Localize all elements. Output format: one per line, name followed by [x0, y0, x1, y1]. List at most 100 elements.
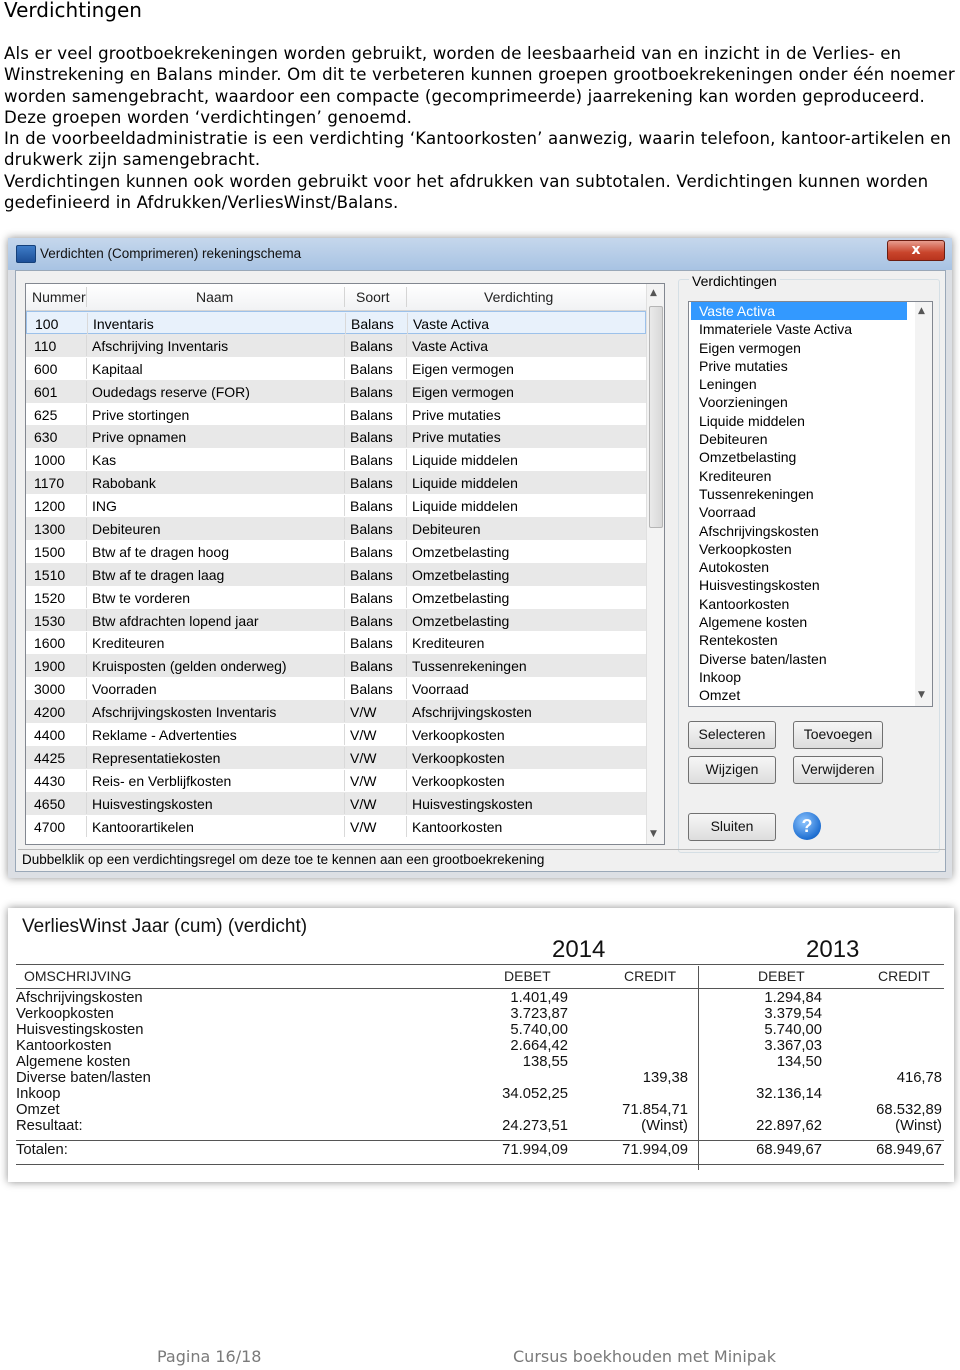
- scroll-thumb[interactable]: [649, 306, 663, 528]
- sluiten-button[interactable]: Sluiten: [688, 813, 776, 841]
- table-row[interactable]: 4200 Afschrijvingskosten Inventaris V/W Afs…: [26, 700, 646, 724]
- table-cell: 100: [35, 316, 59, 332]
- report-year-2: 2013: [806, 936, 860, 963]
- colhead-rule: [16, 988, 944, 989]
- accounts-grid[interactable]: Nummer Naam Soort Verdichting 100 Inventa…: [25, 283, 665, 845]
- table-row[interactable]: 3000 Voorraden Balans Voorraad: [26, 677, 646, 700]
- table-cell: Balans: [350, 360, 393, 377]
- table-cell: Prive opnamen: [92, 429, 187, 446]
- table-row[interactable]: 630 Prive opnamen Balans Prive mutaties: [26, 425, 646, 449]
- list-item[interactable]: Vaste Activa: [691, 302, 907, 321]
- row-label: Omzet: [16, 1102, 60, 1118]
- table-cell: 1170: [34, 475, 65, 492]
- list-item[interactable]: Inkoop: [689, 668, 932, 686]
- list-item[interactable]: Immateriele Vaste Activa: [689, 320, 932, 338]
- table-row[interactable]: 110 Afschrijving Inventaris Balans Vaste Ac…: [26, 333, 646, 357]
- table-row[interactable]: 1170 Rabobank Balans Liquide middelen: [26, 471, 646, 495]
- table-row[interactable]: 1520 Btw te vorderen Balans Omzetbelasting: [26, 586, 646, 609]
- list-item[interactable]: Diverse baten/lasten: [689, 650, 932, 668]
- amount-cell: 22.897,62: [756, 1118, 822, 1134]
- table-row[interactable]: 1510 Btw af te dragen laag Balans Omzetbela…: [26, 562, 646, 586]
- table-cell: Oudedags reserve (FOR): [92, 383, 250, 400]
- table-row[interactable]: 4700 Kantoorartikelen V/W Kantoorkosten: [26, 815, 646, 838]
- list-item[interactable]: Kantoorkosten: [689, 595, 932, 613]
- col-header-verdichting[interactable]: Verdichting: [484, 289, 553, 305]
- list-item[interactable]: Liquide middelen: [689, 412, 932, 430]
- table-row[interactable]: 1300 Debiteuren Balans Debiteuren: [26, 517, 646, 540]
- list-item[interactable]: Algemene kosten: [689, 613, 932, 631]
- intro-text: Als er veel grootboekrekeningen worden g…: [4, 43, 956, 213]
- table-cell: 1000: [34, 452, 66, 469]
- table-cell: 3000: [34, 681, 66, 698]
- col-header-naam[interactable]: Naam: [196, 289, 233, 305]
- verwijderen-button[interactable]: Verwijderen: [793, 756, 883, 784]
- table-cell: Balans: [350, 383, 393, 400]
- table-cell: Balans: [350, 521, 393, 538]
- page-heading: Verdichtingen: [4, 0, 142, 22]
- amount-cell: 3.379,54: [764, 1006, 822, 1022]
- table-cell: Representatiekosten: [92, 749, 221, 766]
- status-bar: Dubbelklik op een verdichtingsregel om d…: [18, 849, 945, 868]
- list-scroll-down-icon[interactable]: ▼: [918, 690, 925, 700]
- toevoegen-button[interactable]: Toevoegen: [793, 721, 883, 749]
- totals-label: Totalen:: [16, 1142, 68, 1158]
- amount-cell: 139,38: [642, 1070, 688, 1086]
- app-icon: [16, 245, 36, 263]
- list-item[interactable]: Rentekosten: [689, 631, 932, 649]
- list-scrollbar[interactable]: ▲ ▼: [915, 302, 932, 706]
- amount-cell: 68.532,89: [876, 1102, 942, 1118]
- table-cell: Balans: [350, 406, 393, 423]
- table-row[interactable]: 4400 Reklame - Advertenties V/W Verkoopkost…: [26, 723, 646, 746]
- list-item[interactable]: Verkoopkosten: [689, 540, 932, 558]
- amount-cell: 5.740,00: [764, 1022, 822, 1038]
- table-row[interactable]: 4650 Huisvestingskosten V/W Huisvestingskos…: [26, 791, 646, 815]
- table-cell: Balans: [350, 589, 393, 606]
- bottom-rule: [16, 1164, 944, 1165]
- table-row[interactable]: 1530 Btw afdrachten lopend jaar Balans Omze…: [26, 608, 646, 632]
- grid-scrollbar[interactable]: ▲ ▼: [646, 284, 664, 844]
- table-row[interactable]: 625 Prive stortingen Balans Prive mutaties: [26, 403, 646, 426]
- verdichten-window: Verdichten (Comprimeren) rekeningschema …: [8, 238, 952, 878]
- table-cell: Balans: [350, 452, 393, 469]
- scroll-up-icon[interactable]: ▲: [650, 288, 657, 298]
- table-row[interactable]: 600 Kapitaal Balans Eigen vermogen: [26, 357, 646, 380]
- list-item[interactable]: Eigen vermogen: [689, 339, 932, 357]
- selecteren-button[interactable]: Selecteren: [688, 721, 776, 749]
- list-item[interactable]: Leningen: [689, 375, 932, 393]
- table-row[interactable]: 1900 Kruisposten (gelden onderweg) Balans T…: [26, 654, 646, 678]
- table-row[interactable]: 1000 Kas Balans Liquide middelen: [26, 448, 646, 471]
- table-row[interactable]: 1500 Btw af te dragen hoog Balans Omzetbela…: [26, 540, 646, 563]
- table-row[interactable]: 1600 Krediteuren Balans Krediteuren: [26, 631, 646, 654]
- list-item[interactable]: Afschrijvingskosten: [689, 522, 932, 540]
- list-item[interactable]: Voorzieningen: [689, 393, 932, 411]
- list-item[interactable]: Tussenrekeningen: [689, 485, 932, 503]
- list-scroll-up-icon[interactable]: ▲: [918, 306, 925, 316]
- list-item[interactable]: Huisvestingskosten: [689, 576, 932, 594]
- table-cell: Debiteuren: [92, 521, 161, 538]
- table-row[interactable]: 4425 Representatiekosten V/W Verkoopkosten: [26, 745, 646, 769]
- col-header-soort[interactable]: Soort: [356, 289, 389, 305]
- table-cell: Afschrijvingskosten Inventaris: [92, 704, 277, 721]
- close-button[interactable]: x: [887, 240, 945, 261]
- list-item[interactable]: Omzet: [689, 686, 932, 704]
- table-row[interactable]: 4430 Reis- en Verblijfkosten V/W Verkoopkos…: [26, 769, 646, 792]
- table-row[interactable]: 100 Inventaris Balans Vaste Activa: [26, 311, 646, 334]
- row-label: Inkoop: [16, 1086, 61, 1102]
- verdichtingen-list[interactable]: Vaste Activa Immateriele Vaste Activa Eige…: [688, 301, 933, 707]
- table-row[interactable]: 1200 ING Balans Liquide middelen: [26, 494, 646, 517]
- table-row[interactable]: 601 Oudedags reserve (FOR) Balans Eigen ver…: [26, 379, 646, 403]
- list-item[interactable]: Debiteuren: [689, 430, 932, 448]
- table-cell: Vaste Activa: [412, 337, 489, 354]
- list-item[interactable]: Prive mutaties: [689, 357, 932, 375]
- list-item[interactable]: Omzetbelasting: [689, 448, 932, 466]
- wijzigen-button[interactable]: Wijzigen: [688, 756, 776, 784]
- scroll-down-icon[interactable]: ▼: [650, 829, 657, 839]
- row-label: Verkoopkosten: [16, 1006, 114, 1022]
- help-icon[interactable]: ?: [793, 812, 821, 840]
- list-item[interactable]: Autokosten: [689, 558, 932, 576]
- window-titlebar[interactable]: Verdichten (Comprimeren) rekeningschema …: [8, 238, 952, 270]
- col-header-nummer[interactable]: Nummer: [32, 289, 86, 305]
- list-item[interactable]: Voorraad: [689, 503, 932, 521]
- table-cell: Balans: [350, 498, 393, 515]
- list-item[interactable]: Krediteuren: [689, 467, 932, 485]
